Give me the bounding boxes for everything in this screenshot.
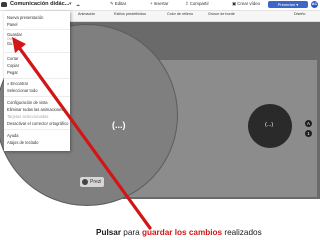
annotation-arrow	[12, 37, 152, 230]
annotation-caption: Pulsar para guardar los cambios realizad…	[96, 228, 262, 237]
caption-part-4: realizados	[222, 228, 262, 237]
caption-part-1: Pulsar	[96, 228, 122, 237]
caption-part-2: para	[121, 228, 142, 237]
caption-part-3: guardar los cambios	[141, 228, 223, 237]
